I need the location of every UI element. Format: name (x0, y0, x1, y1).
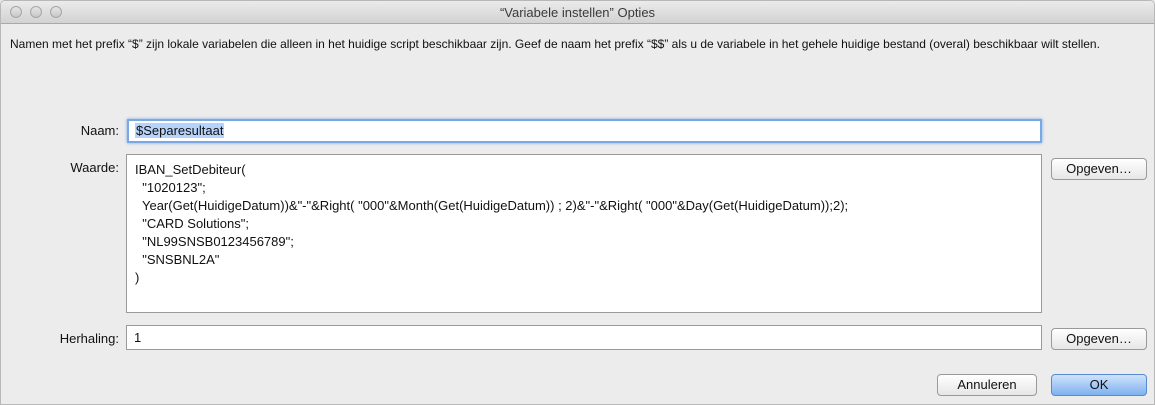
cancel-button[interactable]: Annuleren (937, 374, 1037, 396)
name-label: Naam: (80, 123, 119, 138)
window-title: “Variabele instellen” Opties (499, 5, 656, 20)
repetition-specify-button[interactable]: Opgeven… (1051, 328, 1147, 350)
value-line: ) (135, 270, 140, 285)
name-value: $Separesultaat (135, 123, 225, 138)
repetition-input[interactable]: 1 (126, 325, 1042, 350)
description-text: Namen met het prefix “$” zijn lokale var… (10, 37, 1100, 51)
value-specify-button[interactable]: Opgeven… (1051, 158, 1147, 180)
dialog-window: “Variabele instellen” Opties Namen met h… (0, 0, 1155, 405)
title-bar: “Variabele instellen” Opties (1, 1, 1154, 24)
value-line: "SNSBNL2A" (135, 252, 220, 267)
value-line: Year(Get(HuidigeDatum))&"-"&Right( "000"… (135, 198, 849, 213)
value-textarea[interactable]: IBAN_SetDebiteur( "1020123"; Year(Get(Hu… (126, 154, 1042, 313)
value-line: IBAN_SetDebiteur( (135, 162, 246, 177)
name-input[interactable]: $Separesultaat (127, 119, 1042, 143)
value-line: "NL99SNSB0123456789"; (135, 234, 294, 249)
value-line: "1020123"; (135, 180, 206, 195)
ok-button[interactable]: OK (1051, 374, 1147, 396)
value-label: Waarde: (70, 160, 119, 175)
value-line: "CARD Solutions"; (135, 216, 249, 231)
repetition-label: Herhaling: (59, 331, 119, 346)
